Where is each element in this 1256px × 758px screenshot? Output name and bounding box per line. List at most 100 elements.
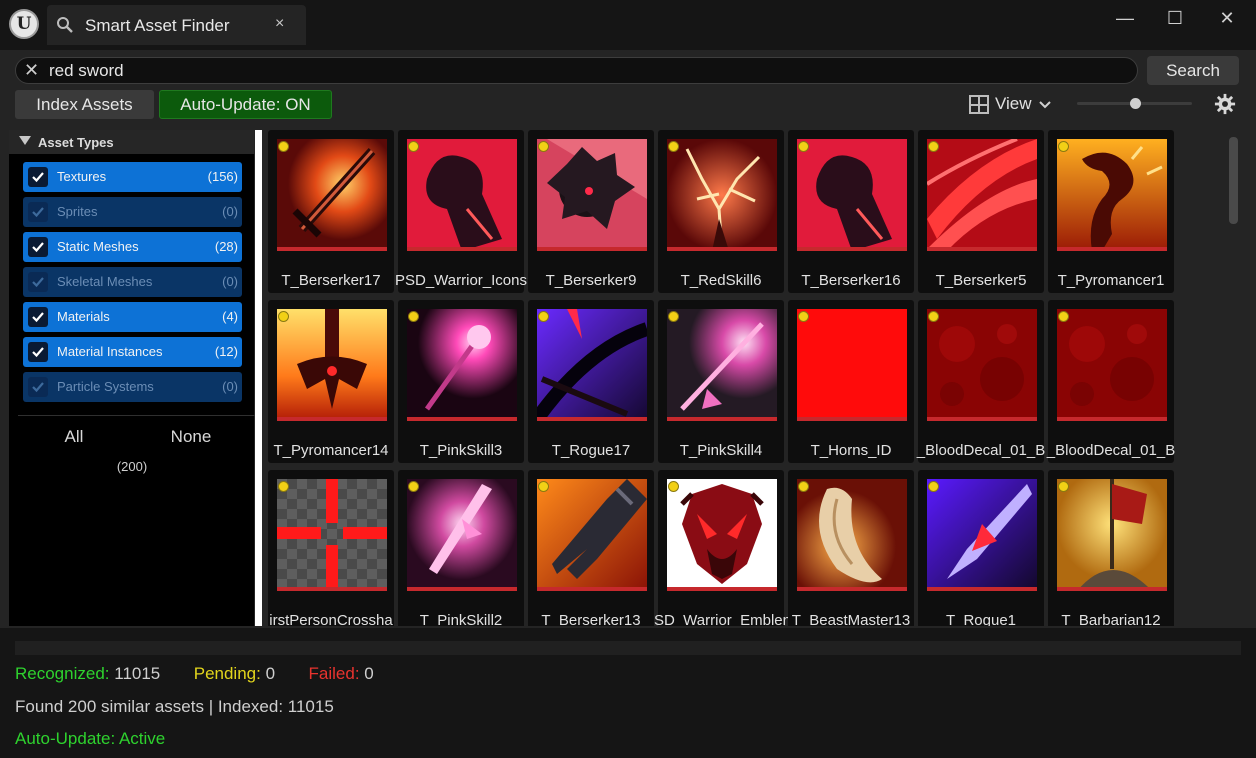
- asset-tile[interactable]: T_PinkSkill4: [658, 300, 784, 463]
- auto-update-toggle[interactable]: Auto-Update: ON: [159, 90, 332, 119]
- search-input[interactable]: ✕ red sword: [15, 57, 1138, 84]
- select-all-button[interactable]: All: [49, 427, 99, 447]
- slider-handle[interactable]: [1129, 98, 1141, 109]
- asset-tile[interactable]: T_Berserker9: [528, 130, 654, 293]
- asset-tile[interactable]: T_BeastMaster13: [788, 470, 914, 626]
- asset-type-materials[interactable]: Materials (4): [23, 302, 242, 332]
- asset-name: T_Berserker9: [545, 272, 637, 289]
- asset-tile[interactable]: irstPersonCrossha: [268, 470, 394, 626]
- asset-tile[interactable]: T_Berserker5: [918, 130, 1044, 293]
- panel-splitter[interactable]: [255, 130, 262, 626]
- asset-tile[interactable]: T_PinkSkill2: [398, 470, 524, 626]
- status-dot-icon: [798, 141, 809, 152]
- checkbox[interactable]: [28, 377, 48, 397]
- asset-tile[interactable]: T_Berserker16: [788, 130, 914, 293]
- search-button[interactable]: Search: [1147, 56, 1239, 85]
- thumbnail-underline: [927, 417, 1037, 421]
- asset-type-sidebar: Asset Types Textures (156) Sprites (0) Stati…: [9, 130, 256, 626]
- thumbnail-underline: [927, 587, 1037, 591]
- asset-tile[interactable]: SD_Warrior_Emblen: [654, 470, 788, 626]
- asset-type-material-instances[interactable]: Material Instances (12): [23, 337, 242, 367]
- checkbox[interactable]: [28, 307, 48, 327]
- check-icon: [32, 207, 44, 218]
- battle-banner-icon: [1057, 479, 1167, 591]
- asset-tile[interactable]: T_Barbarian12: [1048, 470, 1174, 626]
- asset-tile[interactable]: T_PinkSkill3: [398, 300, 524, 463]
- tab-close-icon[interactable]: ×: [275, 15, 284, 33]
- asset-tile[interactable]: T_Horns_ID: [788, 300, 914, 463]
- red-slash-icon: [927, 139, 1037, 251]
- thumbnail-underline: [277, 417, 387, 421]
- status-dot-icon: [408, 311, 419, 322]
- thumbnail-underline: [277, 247, 387, 251]
- thumbnail-underline: [797, 417, 907, 421]
- asset-tile[interactable]: T_Berserker13: [528, 470, 654, 626]
- status-dot-icon: [278, 141, 289, 152]
- status-dot-icon: [538, 311, 549, 322]
- asset-tile[interactable]: _BloodDecal_01_B: [917, 300, 1045, 463]
- checkbox[interactable]: [28, 342, 48, 362]
- status-dot-icon: [538, 141, 549, 152]
- fire-weapon-icon: [277, 309, 387, 421]
- collapse-triangle-icon: [19, 136, 31, 145]
- checkbox[interactable]: [28, 202, 48, 222]
- blood-decal-icon: [927, 309, 1037, 421]
- minimize-button[interactable]: —: [1110, 8, 1140, 32]
- asset-grid: T_Berserker17 PSD_Warrior_Icons T_Berserke…: [268, 130, 1220, 626]
- progress-bar: [15, 641, 1241, 655]
- asset-type-textures[interactable]: Textures (156): [23, 162, 242, 192]
- asset-type-count: (12): [214, 344, 238, 359]
- red-solid-icon: [797, 309, 907, 421]
- lightning-tree-icon: [667, 139, 777, 251]
- found-summary: Found 200 similar assets | Indexed: 1101…: [15, 697, 334, 716]
- asset-tile[interactable]: T_Rogue1: [918, 470, 1044, 626]
- status-dot-icon: [278, 311, 289, 322]
- asset-name: T_PinkSkill4: [679, 442, 763, 459]
- asset-tile[interactable]: T_Pyromancer1: [1048, 130, 1174, 293]
- title-bar: U Smart Asset Finder × — ☐ ✕: [0, 0, 1256, 50]
- recognized-label: Recognized:: [15, 664, 110, 683]
- close-window-button[interactable]: ✕: [1212, 8, 1242, 32]
- asset-tile[interactable]: T_Rogue17: [528, 300, 654, 463]
- asset-type-particle-systems[interactable]: Particle Systems (0): [23, 372, 242, 402]
- red-fist-icon: [797, 139, 907, 251]
- checkbox[interactable]: [28, 237, 48, 257]
- grid-scrollbar[interactable]: [1229, 137, 1238, 224]
- asset-tile[interactable]: T_Pyromancer14: [268, 300, 394, 463]
- select-none-button[interactable]: None: [159, 427, 223, 447]
- view-menu-button[interactable]: View: [969, 94, 1059, 116]
- status-dot-icon: [668, 481, 679, 492]
- status-dot-icon: [408, 141, 419, 152]
- asset-tile[interactable]: _BloodDecal_01_B: [1047, 300, 1175, 463]
- violet-blade-icon: [927, 479, 1037, 591]
- asset-type-sprites[interactable]: Sprites (0): [23, 197, 242, 227]
- check-icon: [32, 242, 44, 253]
- status-dot-icon: [408, 481, 419, 492]
- status-dot-icon: [798, 311, 809, 322]
- asset-tile[interactable]: PSD_Warrior_Icons: [395, 130, 527, 293]
- thumbnail-size-slider[interactable]: [1077, 98, 1192, 109]
- total-count: (200): [116, 459, 148, 474]
- clear-search-icon[interactable]: ✕: [24, 60, 39, 81]
- status-dot-icon: [668, 311, 679, 322]
- checkbox[interactable]: [28, 272, 48, 292]
- asset-name: T_BeastMaster13: [791, 612, 911, 626]
- asset-tile[interactable]: T_RedSkill6: [658, 130, 784, 293]
- gear-icon[interactable]: [1214, 93, 1236, 115]
- checkbox[interactable]: [28, 167, 48, 187]
- asset-type-skeletal-meshes[interactable]: Skeletal Meshes (0): [23, 267, 242, 297]
- asset-type-static-meshes[interactable]: Static Meshes (28): [23, 232, 242, 262]
- thumbnail-underline: [797, 247, 907, 251]
- thumbnail-underline: [1057, 417, 1167, 421]
- status-counts: Recognized: 11015 Pending: 0 Failed: 0: [15, 664, 374, 684]
- asset-tile[interactable]: T_Berserker17: [268, 130, 394, 293]
- tab-smart-asset-finder[interactable]: Smart Asset Finder ×: [47, 5, 306, 45]
- maximize-button[interactable]: ☐: [1160, 8, 1190, 32]
- asset-name: SD_Warrior_Emblen: [654, 612, 788, 626]
- unreal-logo-icon: U: [9, 9, 39, 39]
- red-fist-icon: [407, 139, 517, 251]
- asset-name: T_Pyromancer14: [273, 442, 389, 459]
- status-dot-icon: [928, 141, 939, 152]
- asset-types-header[interactable]: Asset Types: [9, 130, 254, 154]
- index-assets-button[interactable]: Index Assets: [15, 90, 154, 119]
